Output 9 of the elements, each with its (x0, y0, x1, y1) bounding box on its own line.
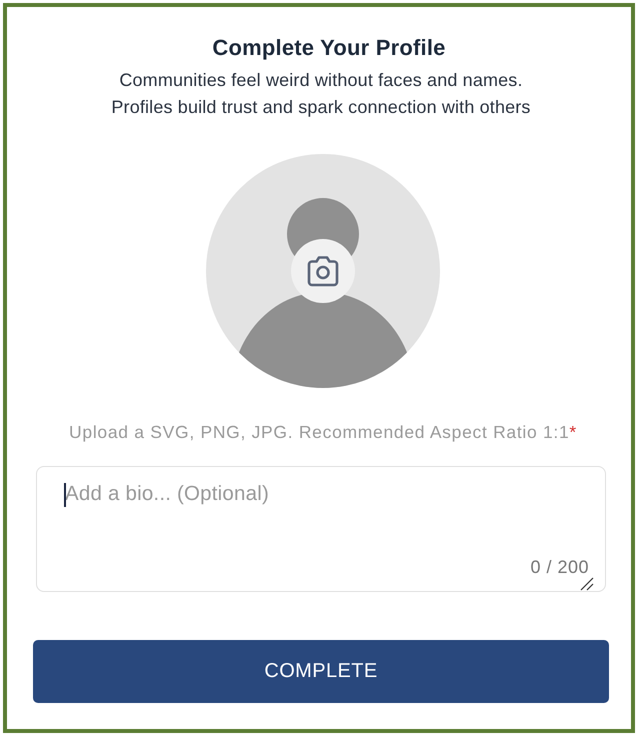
resize-grip-icon[interactable] (580, 577, 594, 591)
subtitle-line: Profiles build trust and spark connection with others (111, 96, 531, 119)
required-asterisk: * (569, 422, 577, 442)
upload-hint: Upload a SVG, PNG, JPG. Recommended Aspect Ratio 1:1 (69, 422, 570, 442)
complete-button[interactable]: COMPLETE (33, 640, 609, 703)
character-counter: 0 / 200 (530, 557, 589, 577)
subtitle-line: Communities feel weird without faces and names. (119, 69, 523, 92)
camera-icon[interactable] (291, 239, 355, 303)
dialog-title: Complete Your Profile (211, 36, 446, 60)
